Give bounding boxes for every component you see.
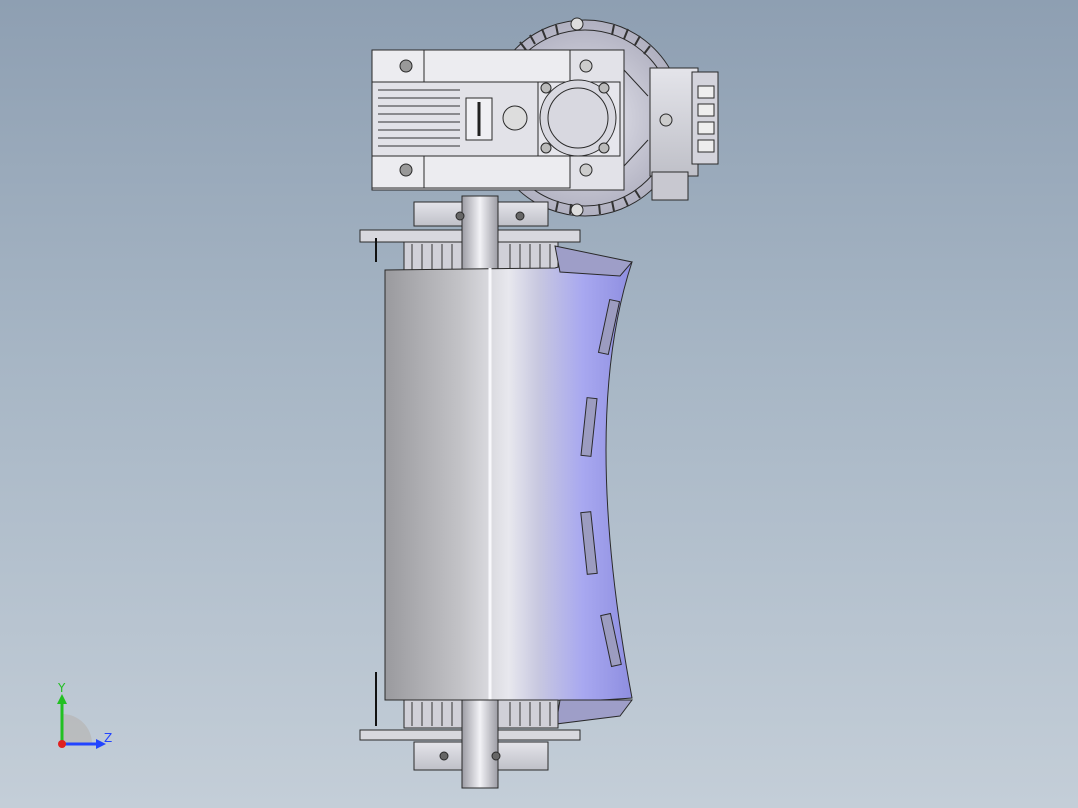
orientation-triad: Y Z [57,681,112,749]
x-axis-dot [58,740,66,748]
top-shaft [461,195,499,273]
triad-quadrant [62,714,92,744]
flange-bolt [570,203,584,217]
drum-bottom-lip [555,699,633,725]
cad-viewport[interactable]: Y Z [0,0,1078,808]
roller-drum [375,238,633,726]
roller-drum-assembly-model[interactable] [0,0,1078,808]
flange-bolt [570,17,584,31]
mount-bolt [399,163,413,177]
top-bearing-assembly [359,195,581,273]
cable-gland [651,171,689,201]
bottom-bearing-assembly [359,699,581,789]
z-axis-label: Z [104,731,112,745]
drum-top-lip [554,245,633,277]
drum-shell [384,261,633,702]
motor-adapter [649,67,699,177]
worm-gearbox [371,17,719,217]
bottom-shaft [461,699,499,789]
y-axis-label: Y [57,681,66,695]
oil-plug [502,105,528,131]
mount-bolt [399,59,413,73]
